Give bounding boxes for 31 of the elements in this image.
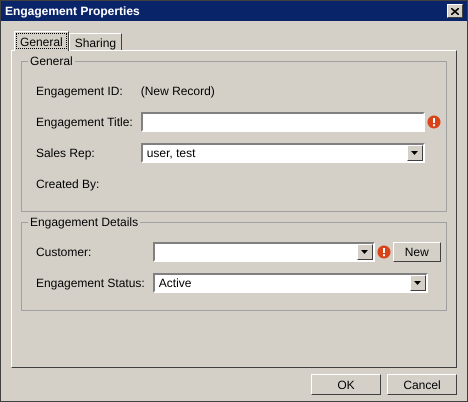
dropdown-value: Active	[158, 275, 192, 292]
field-label: Engagement ID:	[36, 83, 123, 100]
dialog-button[interactable]: OK	[311, 374, 381, 395]
text-field[interactable]	[140, 112, 425, 132]
dialog-button[interactable]: Cancel	[387, 374, 457, 395]
field-label: Customer:	[36, 244, 92, 261]
caret-icon	[411, 151, 418, 155]
field-label: Engagement Title:	[36, 114, 133, 131]
dropdown-arrow-button[interactable]	[406, 145, 423, 161]
field-label: Created By:	[36, 176, 100, 193]
close-icon	[451, 8, 459, 14]
error-icon	[376, 245, 391, 259]
group-title: Engagement Details	[28, 215, 140, 229]
field-label: Engagement Status:	[36, 275, 145, 292]
tab[interactable]: General	[14, 31, 69, 51]
new-button[interactable]: New	[392, 242, 441, 262]
dropdown-field[interactable]	[152, 242, 375, 262]
dropdown-field[interactable]: user, test	[140, 143, 425, 163]
static-value: (New Record)	[140, 83, 215, 100]
dropdown-arrow-button[interactable]	[410, 275, 426, 291]
error-icon	[426, 115, 441, 129]
dropdown-arrow-button[interactable]	[356, 244, 373, 260]
field-label: Sales Rep:	[36, 145, 95, 162]
group-title: General	[28, 54, 75, 68]
caret-icon	[361, 250, 368, 254]
caret-icon	[414, 281, 422, 285]
dropdown-field[interactable]: Active	[152, 273, 428, 293]
window-title: Engagement Properties	[5, 3, 140, 20]
tab[interactable]: Sharing	[68, 33, 122, 50]
dropdown-value: user, test	[146, 145, 196, 162]
close-button[interactable]	[447, 4, 463, 18]
